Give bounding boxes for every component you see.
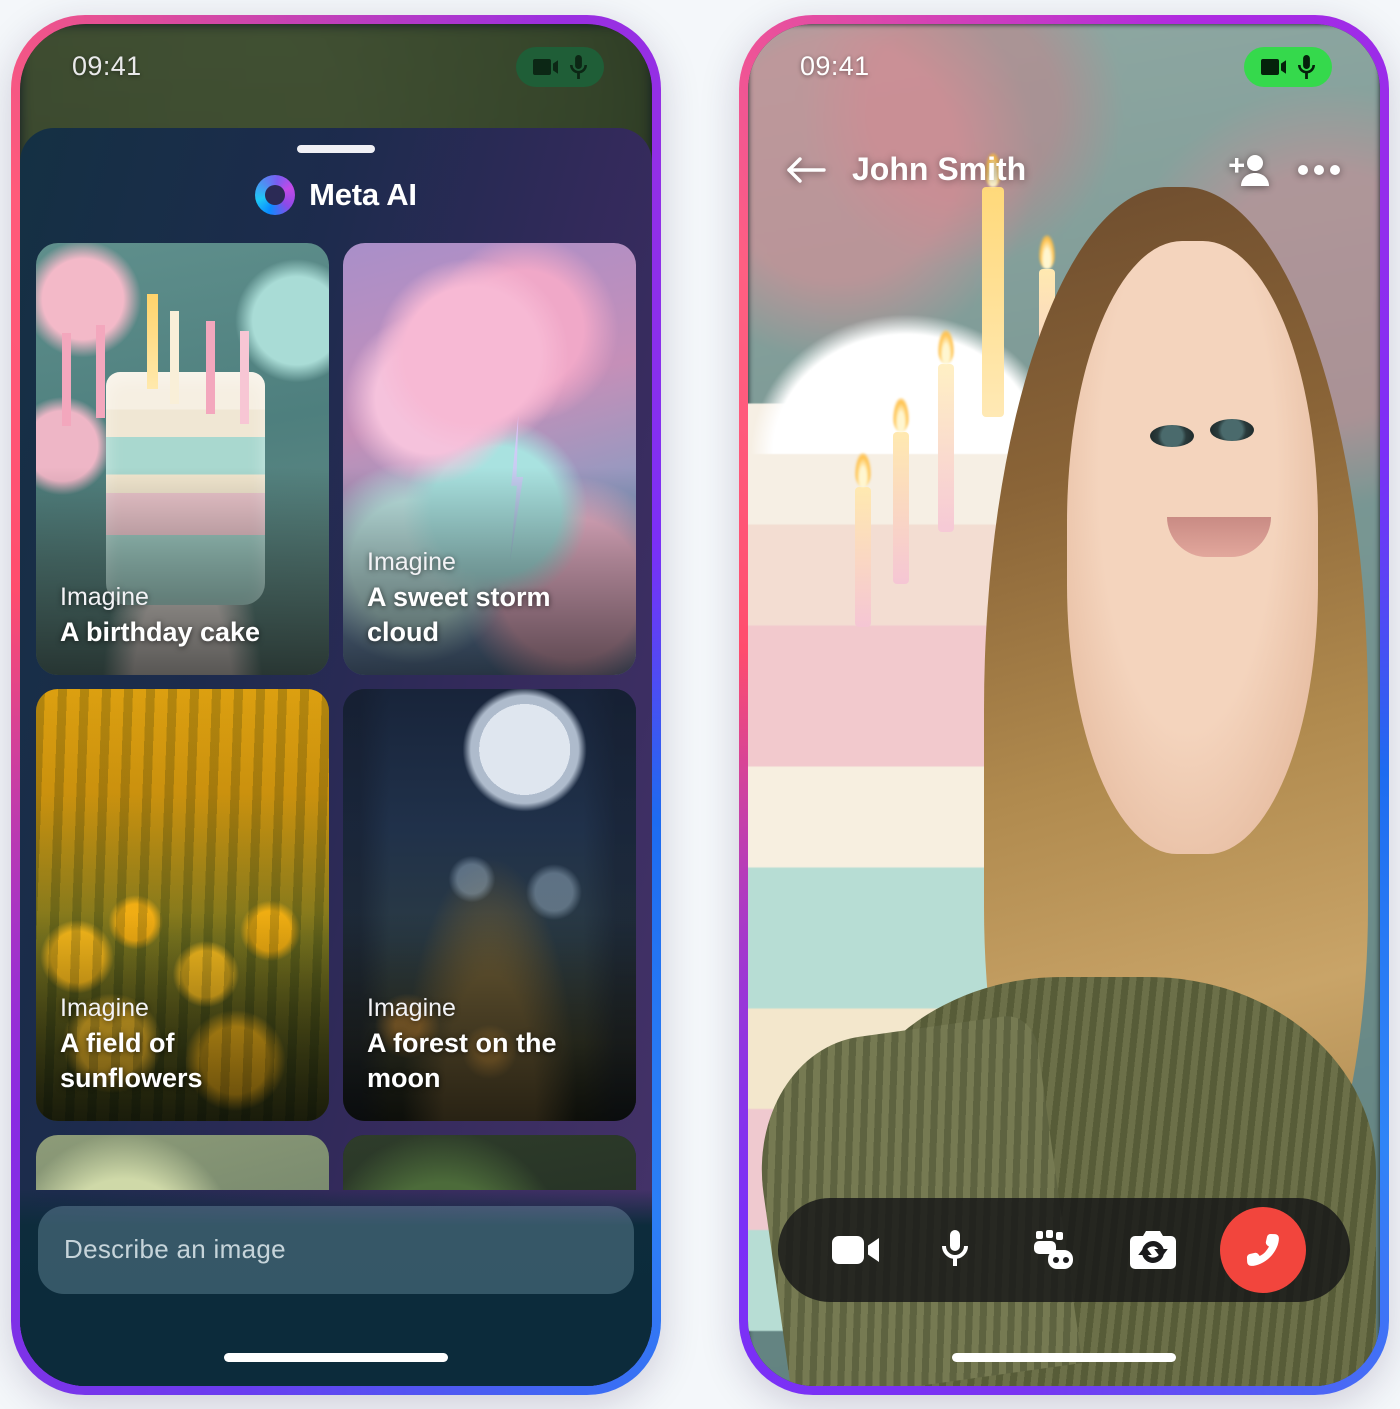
- status-clock: 09:41: [800, 51, 870, 81]
- sheet-drag-handle[interactable]: [297, 144, 375, 153]
- video-toggle-button[interactable]: [824, 1218, 888, 1282]
- call-header: John Smith: [748, 132, 1380, 208]
- mute-toggle-button[interactable]: [923, 1218, 987, 1282]
- card-artwork: [36, 1134, 329, 1190]
- candle: [937, 364, 954, 532]
- card-prompt: A sweet storm cloud: [367, 582, 551, 648]
- person-eye-right: [1209, 419, 1254, 442]
- card-kicker: Imagine: [367, 548, 456, 577]
- person-eye-left: [1149, 425, 1194, 448]
- screenshot-stage: 09:41 Meta AI Imagine A birthday cake Im…: [0, 0, 1400, 1409]
- more-options-icon[interactable]: [1298, 164, 1340, 176]
- status-bar-left: 09:41: [20, 24, 652, 110]
- call-contact-name: John Smith: [852, 151, 1027, 187]
- describe-image-placeholder: Describe an image: [64, 1234, 286, 1264]
- call-control-dock: [778, 1197, 1350, 1302]
- privacy-indicator-pill: [1244, 46, 1332, 87]
- status-bar-right: 09:41: [748, 24, 1380, 110]
- imagine-card[interactable]: Imagine A forest on the moon: [343, 688, 636, 1121]
- meta-ai-ring-icon: [255, 174, 296, 215]
- caller-selfie: [748, 24, 1380, 1386]
- card-prompt: A forest on the moon: [367, 1028, 557, 1094]
- card-prompt: A field of sunflowers: [60, 1028, 203, 1094]
- imagine-card[interactable]: Imagine A birthday cake: [36, 242, 329, 675]
- card-prompt: A birthday cake: [60, 617, 261, 648]
- video-camera-icon: [1261, 58, 1287, 76]
- screen-video-call: 09:41 John Smith: [748, 23, 1380, 1386]
- phone-left-meta-ai: 09:41 Meta AI Imagine A birthday cake Im…: [11, 14, 661, 1395]
- imagine-card[interactable]: [343, 1134, 636, 1190]
- card-caption: Imagine A forest on the moon: [367, 993, 618, 1096]
- card-artwork: [343, 1134, 636, 1190]
- describe-image-input[interactable]: Describe an image: [38, 1205, 634, 1294]
- meta-ai-title: Meta AI: [309, 176, 417, 212]
- card-caption: Imagine A sweet storm cloud: [367, 547, 618, 650]
- person-mouth: [1167, 517, 1272, 558]
- imagine-card[interactable]: [36, 1134, 329, 1190]
- status-clock: 09:41: [72, 51, 142, 81]
- microphone-icon: [570, 54, 587, 79]
- meta-ai-sheet: Meta AI Imagine A birthday cake Imagine …: [20, 127, 652, 1386]
- composer-bottom-pad: [20, 1293, 652, 1386]
- imagine-card[interactable]: Imagine A sweet storm cloud: [343, 242, 636, 675]
- home-indicator[interactable]: [224, 1352, 448, 1362]
- microphone-icon: [1298, 54, 1315, 79]
- composer-area: Describe an image: [20, 1189, 652, 1294]
- candle: [893, 432, 910, 585]
- person-face: [1067, 241, 1318, 855]
- phone-right-video-call: 09:41 John Smith: [739, 14, 1389, 1395]
- card-kicker: Imagine: [60, 994, 149, 1023]
- card-kicker: Imagine: [60, 583, 149, 612]
- flip-camera-button[interactable]: [1121, 1218, 1185, 1282]
- meta-ai-brand: Meta AI: [20, 174, 652, 215]
- back-arrow-icon[interactable]: [786, 154, 826, 186]
- imagine-card[interactable]: Imagine A field of sunflowers: [36, 688, 329, 1121]
- screen-meta-ai: 09:41 Meta AI Imagine A birthday cake Im…: [20, 23, 652, 1386]
- home-indicator[interactable]: [952, 1352, 1176, 1362]
- card-kicker: Imagine: [367, 994, 456, 1023]
- card-caption: Imagine A field of sunflowers: [60, 993, 311, 1096]
- candle: [855, 486, 872, 627]
- add-person-icon[interactable]: [1228, 152, 1272, 188]
- end-call-button[interactable]: [1220, 1206, 1306, 1293]
- effects-button[interactable]: [1022, 1218, 1086, 1282]
- video-camera-icon: [533, 58, 559, 76]
- privacy-indicator-pill: [516, 46, 604, 87]
- video-call-feed: [748, 23, 1380, 1386]
- imagine-card-grid: Imagine A birthday cake Imagine A sweet …: [36, 242, 636, 1190]
- card-caption: Imagine A birthday cake: [60, 582, 311, 650]
